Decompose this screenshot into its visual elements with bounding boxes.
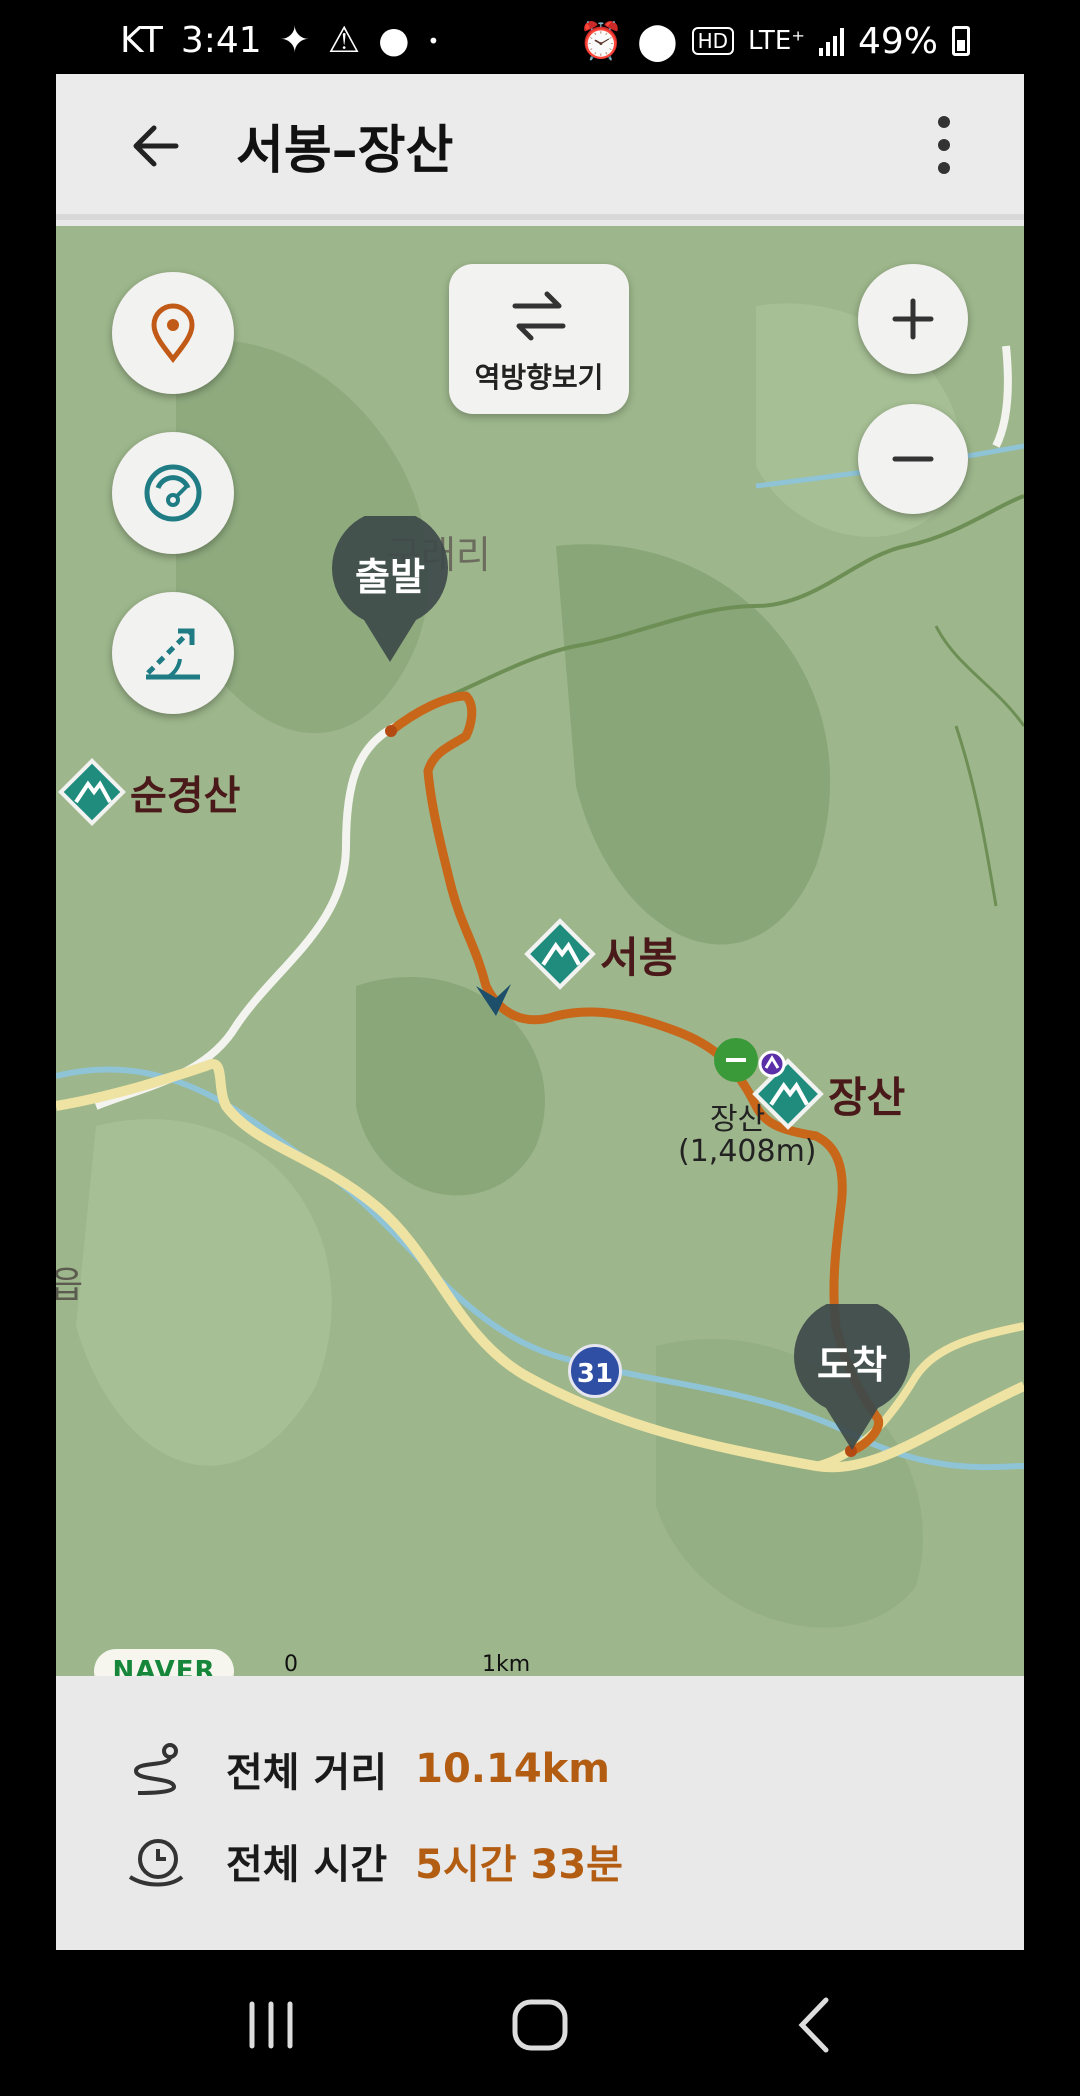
battery-icon <box>952 26 970 56</box>
distance-label: 전체 거리 <box>226 1750 388 1796</box>
mountain-icon <box>58 758 126 826</box>
route-summary-panel: 전체 거리 10.14km 전체 시간 5시간 33분 <box>56 1676 1024 1950</box>
more-options-button[interactable] <box>934 112 954 178</box>
slope-icon <box>146 628 200 680</box>
app-header: 서봉–장산 <box>56 74 1024 220</box>
recent-apps-icon <box>249 2001 293 2049</box>
talk-icon: ● <box>378 20 410 61</box>
reverse-direction-button[interactable]: 역방향보기 <box>449 264 629 414</box>
swap-arrows-icon <box>512 291 566 341</box>
status-bar: KT 3:41 ✦ ⚠ ● • ⏰ ⬤ HD LTE⁺ 49% <box>0 0 1080 74</box>
battery-percent: 49% <box>857 20 938 62</box>
scale-zero-label: 0 <box>284 1652 298 1676</box>
system-nav-bar <box>0 1950 1080 2096</box>
distance-row: 전체 거리 10.14km <box>126 1734 610 1804</box>
place-name: 서봉 <box>600 932 678 982</box>
map-view[interactable]: 역방향보기 구래리 출발 도착 <box>56 226 1024 1676</box>
activity-icon: ✦ <box>279 20 310 61</box>
speed-button[interactable] <box>112 432 234 554</box>
clock: 3:41 <box>180 20 262 61</box>
carrier-label: KT <box>120 20 163 61</box>
home-button[interactable] <box>505 1990 575 2060</box>
signal-icon <box>818 26 844 56</box>
back-button[interactable] <box>126 116 186 176</box>
time-label: 전체 시간 <box>226 1842 388 1888</box>
my-location-button[interactable] <box>112 272 234 394</box>
warning-icon: ⚠ <box>327 20 361 61</box>
summit-elevation-label: (1,408m) <box>678 1134 817 1169</box>
network-label: LTE⁺ <box>748 26 805 56</box>
hd-icon: HD <box>691 27 735 55</box>
mountain-marker-seobong[interactable]: 서봉 <box>522 916 677 992</box>
alarm-icon: ⏰ <box>578 21 624 62</box>
back-arrow-icon <box>133 125 179 167</box>
road-number-badge: 31 <box>568 1344 622 1398</box>
more-vertical-icon <box>938 116 950 174</box>
zoom-out-button[interactable] <box>858 404 968 514</box>
time-value: 5시간 33분 <box>415 1842 623 1888</box>
route-distance-icon <box>133 1743 178 1795</box>
place-name: 순경산 <box>130 773 241 819</box>
start-label: 출발 <box>355 555 425 599</box>
page-title: 서봉–장산 <box>236 121 454 181</box>
mountain-marker-sungyeongsan[interactable]: 순경산 <box>56 756 240 828</box>
summit-name-label: 장산 <box>710 1102 766 1137</box>
plus-icon <box>892 298 934 340</box>
speedometer-icon <box>144 464 202 522</box>
start-marker[interactable]: 출발 <box>328 516 452 666</box>
edge-place-label: 읍 <box>56 1265 84 1306</box>
elevation-profile-button[interactable] <box>112 592 234 714</box>
location-icon: ⬤ <box>637 20 678 62</box>
scale-unit-label: 1km <box>482 1652 531 1676</box>
reverse-direction-label: 역방향보기 <box>474 361 604 394</box>
place-name: 장산 <box>828 1072 906 1122</box>
location-pin-icon <box>151 303 195 363</box>
recent-apps-button[interactable] <box>236 1990 306 2060</box>
clock-icon <box>128 1839 184 1887</box>
naver-logo: NAVER <box>94 1649 234 1676</box>
chevron-left-icon <box>798 1997 829 2053</box>
system-back-button[interactable] <box>780 1990 850 2060</box>
map-scale-bar: 0 1km <box>284 1652 530 1676</box>
end-label: 도착 <box>817 1343 887 1387</box>
mountain-icon <box>524 918 596 990</box>
dot-icon: • <box>427 28 440 53</box>
minus-icon <box>892 456 934 462</box>
zoom-in-button[interactable] <box>858 264 968 374</box>
home-icon <box>512 1999 568 2051</box>
time-row: 전체 시간 5시간 33분 <box>126 1826 623 1896</box>
distance-value: 10.14km <box>415 1746 610 1792</box>
summit-icon <box>714 1038 786 1082</box>
app-screen: 서봉–장산 역방향보기 출발 도착 순경산 서봉 장산 장산 (1,408m) … <box>56 74 1024 1950</box>
end-marker[interactable]: 도착 <box>790 1304 914 1454</box>
